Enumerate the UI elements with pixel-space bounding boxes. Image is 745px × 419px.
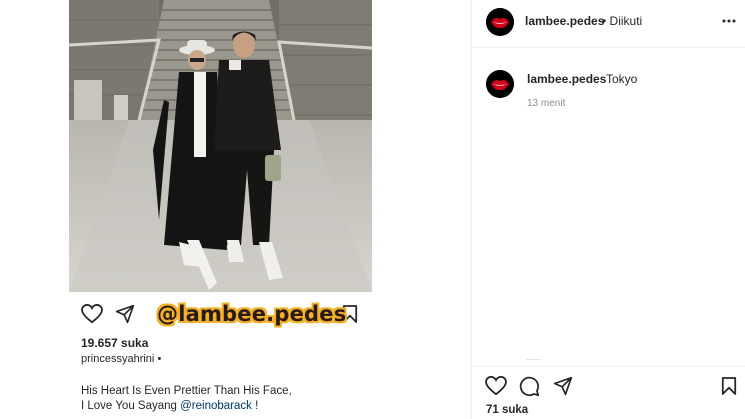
more-horizontal-icon[interactable] [722,14,736,33]
likes-count[interactable]: 71 suka [486,404,528,416]
embedded-username-line: princessyahrini • [81,353,161,365]
caption-timestamp[interactable]: 13 menit [527,98,565,109]
lips-logo-icon [486,8,514,36]
embedded-caption-text: I Love You Sayang [81,400,181,412]
embedded-mention: @reinobarack [180,400,252,412]
comments-divider [527,359,541,361]
share-icon[interactable] [553,376,573,401]
embedded-caption: His Heart Is Even Prettier Than His Face… [81,384,381,414]
embedded-caption-line-2: I Love You Sayang @reinobarack ! [81,399,381,414]
heart-icon[interactable] [485,375,507,401]
post-author-username[interactable]: lambee.pedes [525,14,604,28]
caption-avatar[interactable] [486,70,514,98]
post-header: lambee.pedes • Diikuti [472,0,745,48]
comment-icon[interactable] [519,376,540,402]
avatar[interactable] [486,8,514,36]
embedded-post-image: @lambee.pedes 19.657 suka princessyahrin… [0,0,470,419]
embedded-likes-count: 19.657 suka [81,336,149,350]
couple-photo [69,0,372,292]
caption-text: Tokyo [606,72,638,86]
embedded-caption-line-1: His Heart Is Even Prettier Than His Face… [81,385,292,397]
watermark-text: @lambee.pedes [157,302,347,326]
heart-icon [81,303,103,329]
lips-logo-icon [486,70,514,98]
bookmark-icon[interactable] [721,376,737,401]
share-icon [115,304,135,329]
photo-illustration [69,0,372,292]
embedded-caption-suffix: ! [251,400,259,412]
post-detail-panel: lambee.pedes • Diikuti lambee.pedes Toky… [471,0,745,419]
action-bar: 71 suka [472,366,745,419]
caption-username[interactable]: lambee.pedes [527,72,606,86]
embedded-username: princessyahrini [81,353,155,365]
embedded-username-separator: • [157,353,162,365]
follow-status[interactable]: • Diikuti [602,14,642,28]
